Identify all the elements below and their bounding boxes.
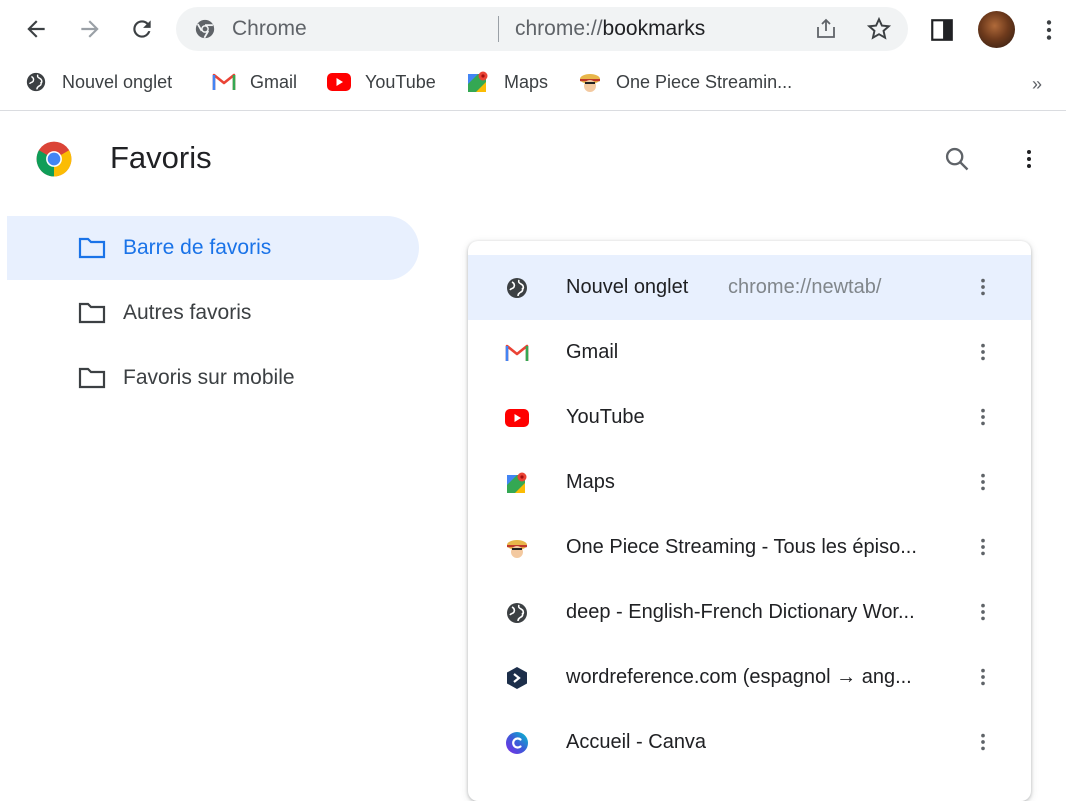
toolbar-divider — [0, 110, 1066, 111]
arrow-right-icon — [81, 20, 99, 38]
wordreference-icon — [504, 665, 530, 691]
globe-icon — [504, 600, 530, 626]
address-bar[interactable]: Chrome chrome://bookmarks — [176, 7, 908, 51]
bookmarks-bar-label: One Piece Streamin... — [616, 71, 793, 92]
more-vert-icon[interactable] — [972, 663, 994, 691]
bookmark-title: Maps — [566, 471, 615, 493]
more-vert-icon[interactable] — [972, 598, 994, 626]
bookmark-title: deep - English-French Dictionary Wor... — [566, 601, 915, 623]
sidebar-item-label: Autres favoris — [123, 301, 252, 324]
bookmarks-bar-item-one-piece[interactable]: One Piece Streamin... — [578, 68, 792, 96]
more-vert-icon[interactable] — [972, 533, 994, 561]
youtube-icon — [327, 70, 351, 94]
canva-icon — [504, 730, 530, 756]
sidebar-item-barre-de-favoris[interactable]: Barre de favoris — [7, 216, 419, 280]
page-menu-icon[interactable] — [1017, 145, 1041, 173]
omnibox-separator — [498, 16, 499, 42]
chrome-menu-icon[interactable] — [1036, 16, 1062, 44]
bookmarks-bar-item-gmail[interactable]: Gmail — [212, 68, 297, 96]
more-vert-icon[interactable] — [972, 403, 994, 431]
more-vert-icon[interactable] — [972, 728, 994, 756]
bookmarks-bar-item-youtube[interactable]: YouTube — [327, 68, 436, 96]
more-vert-icon[interactable] — [972, 338, 994, 366]
reload-button[interactable] — [126, 12, 158, 46]
bookmarks-bar-label: Maps — [504, 71, 549, 92]
gmail-icon — [212, 70, 236, 94]
reload-icon — [133, 20, 151, 38]
url-host: bookmarks — [602, 17, 706, 40]
bookmark-title: Accueil - Canva — [566, 731, 707, 753]
search-icon[interactable] — [943, 145, 971, 173]
page-title: Favoris — [110, 140, 212, 175]
list-item[interactable]: Accueil - Canva — [468, 710, 1031, 775]
list-item[interactable]: One Piece Streaming - Tous les épiso... — [468, 515, 1031, 580]
list-item[interactable]: Gmail — [468, 320, 1031, 385]
chrome-site-icon — [195, 19, 215, 39]
bookmarks-bar-label: Nouvel onglet — [62, 71, 173, 92]
maps-icon — [466, 70, 490, 94]
bookmark-url: chrome://newtab/ — [728, 276, 882, 298]
globe-icon — [504, 275, 530, 301]
chrome-logo-icon — [36, 141, 72, 177]
bookmark-title: YouTube — [566, 406, 645, 428]
forward-button[interactable] — [74, 12, 106, 46]
bookmark-title: Nouvel onglet — [566, 276, 689, 298]
folder-icon — [78, 302, 106, 324]
url-scheme: chrome:// — [515, 17, 603, 40]
omnibox-url[interactable]: chrome://bookmarks — [515, 18, 705, 40]
bookmark-title: One Piece Streaming - Tous les épiso... — [566, 536, 917, 558]
list-item[interactable]: deep - English-French Dictionary Wor... — [468, 580, 1031, 645]
bookmarks-bar-item-maps[interactable]: Maps — [466, 68, 548, 96]
browser-toolbar: Chrome chrome://bookmarks — [0, 0, 1066, 60]
one-piece-icon — [578, 70, 602, 94]
sidebar-item-label: Barre de favoris — [123, 236, 272, 259]
bookmarks-bar: Nouvel onglet Gmail YouTube Maps One Pie… — [0, 62, 1066, 102]
more-vert-icon[interactable] — [972, 273, 994, 301]
sidebar-item-favoris-sur-mobile[interactable]: Favoris sur mobile — [0, 346, 412, 410]
gmail-icon — [504, 340, 530, 366]
bookmark-title: Gmail — [566, 341, 619, 363]
list-item[interactable]: YouTube — [468, 385, 1031, 450]
bookmarks-overflow-button[interactable]: » — [1032, 74, 1042, 95]
folder-icon — [78, 237, 106, 259]
youtube-icon — [504, 405, 530, 431]
sidebar-item-autres-favoris[interactable]: Autres favoris — [0, 281, 412, 345]
profile-avatar[interactable] — [978, 11, 1015, 48]
share-icon[interactable] — [814, 17, 838, 41]
side-panel-icon[interactable] — [929, 17, 955, 43]
bookmarks-bar-item-nouvel-onglet[interactable]: Nouvel onglet — [24, 68, 172, 96]
bookmark-title: wordreference.com (espagnol → ang... — [566, 666, 912, 688]
bookmarks-bar-label: YouTube — [365, 71, 436, 92]
list-item[interactable]: wordreference.com (espagnol → ang... — [468, 645, 1031, 710]
star-icon[interactable] — [866, 16, 892, 42]
more-vert-icon[interactable] — [972, 468, 994, 496]
globe-icon — [24, 70, 48, 94]
maps-icon — [504, 470, 530, 496]
bookmark-list: Nouvel onglet chrome://newtab/ Gmail You… — [468, 241, 1031, 801]
list-item[interactable]: Maps — [468, 450, 1031, 515]
back-button[interactable] — [20, 12, 52, 46]
sidebar-item-label: Favoris sur mobile — [123, 366, 295, 389]
arrow-left-icon — [27, 20, 45, 38]
folder-icon — [78, 367, 106, 389]
omnibox-chip: Chrome — [232, 17, 307, 40]
bookmarks-bar-label: Gmail — [250, 71, 298, 92]
one-piece-icon — [504, 535, 530, 561]
list-item[interactable]: Nouvel onglet chrome://newtab/ — [468, 255, 1031, 320]
